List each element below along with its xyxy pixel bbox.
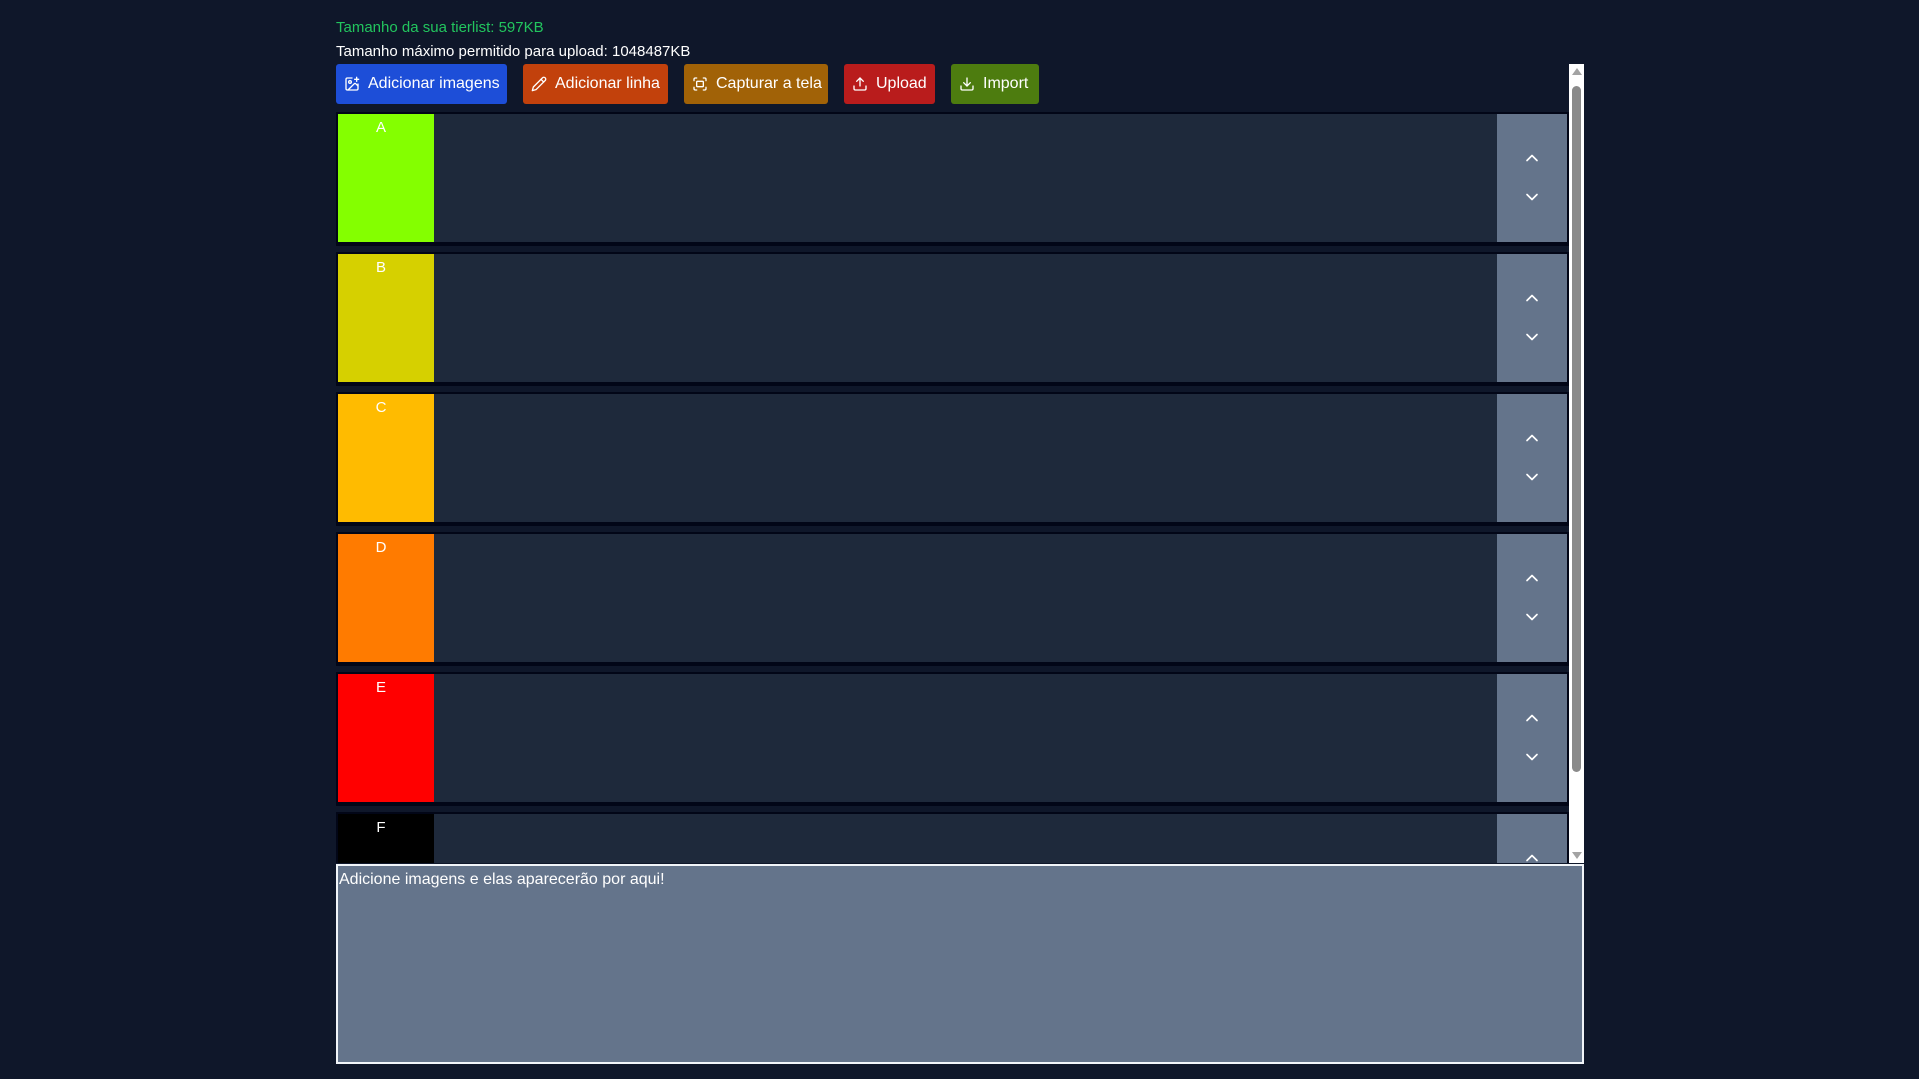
import-label: Import [983,75,1029,92]
capture-screen-button[interactable]: Capturar a tela [684,64,828,104]
tier-controls [1497,814,1567,863]
tier-label-b[interactable]: B [338,254,434,382]
tier-drop-zone[interactable] [434,674,1497,802]
chevron-up-icon[interactable] [1522,568,1542,588]
tier-drop-zone[interactable] [434,534,1497,662]
tier-drop-zone[interactable] [434,254,1497,382]
tier-row-e: E [336,672,1569,806]
unranked-images-area[interactable]: Adicione imagens e elas aparecerão por a… [336,864,1584,1064]
tier-controls [1497,114,1567,242]
tier-row-c: C [336,392,1569,526]
chevron-up-icon[interactable] [1522,148,1542,168]
add-images-button[interactable]: Adicionar imagens [336,64,507,104]
tier-label-text: B [375,259,386,276]
tier-row-a: A [336,112,1569,246]
capture-screen-label: Capturar a tela [716,75,822,92]
upload-label: Upload [876,75,927,92]
image-plus-icon [345,76,360,91]
pencil-icon [531,76,547,92]
tier-label-text: E [375,679,386,696]
chevron-up-icon[interactable] [1522,708,1542,728]
download-icon [960,77,974,91]
tier-controls [1497,674,1567,802]
add-row-button[interactable]: Adicionar linha [523,64,668,104]
add-row-label: Adicionar linha [555,75,660,92]
screen-capture-icon [693,77,707,91]
tier-controls [1497,254,1567,382]
upload-icon [853,77,867,91]
tier-drop-zone[interactable] [434,814,1497,863]
tier-label-text: C [375,399,387,416]
chevron-down-icon[interactable] [1522,467,1542,487]
chevron-down-icon[interactable] [1522,607,1542,627]
tier-list: A B C D E F [336,112,1569,863]
tier-label-f[interactable]: F [338,814,434,863]
tier-label-e[interactable]: E [338,674,434,802]
tier-label-d[interactable]: D [338,534,434,662]
chevron-down-icon[interactable] [1522,187,1542,207]
chevron-up-icon[interactable] [1522,848,1542,863]
tier-label-a[interactable]: A [338,114,434,242]
scrollbar-thumb[interactable] [1572,86,1581,772]
images-placeholder-text: Adicione imagens e elas aparecerão por a… [339,871,665,888]
tier-list-scrollbar[interactable] [1569,64,1584,863]
tier-label-text: F [376,819,386,836]
tier-drop-zone[interactable] [434,394,1497,522]
tier-drop-zone[interactable] [434,114,1497,242]
tier-label-c[interactable]: C [338,394,434,522]
add-images-label: Adicionar imagens [368,75,500,92]
tier-label-text: D [375,539,387,556]
import-button[interactable]: Import [951,64,1039,104]
toolbar: Adicionar imagens Adicionar linha Captur… [336,64,1039,104]
tier-row-b: B [336,252,1569,386]
chevron-up-icon[interactable] [1522,428,1542,448]
scroll-up-arrow-icon[interactable] [1572,68,1582,75]
tier-controls [1497,534,1567,662]
chevron-down-icon[interactable] [1522,747,1542,767]
scroll-down-arrow-icon[interactable] [1572,852,1582,859]
tier-controls [1497,394,1567,522]
upload-button[interactable]: Upload [844,64,935,104]
tier-row-f: F [336,812,1569,863]
tierlist-size-text: Tamanho da sua tierlist: 597KB [336,19,544,36]
chevron-down-icon[interactable] [1522,327,1542,347]
tier-row-d: D [336,532,1569,666]
chevron-up-icon[interactable] [1522,288,1542,308]
max-upload-size-text: Tamanho máximo permitido para upload: 10… [336,43,691,60]
tier-label-text: A [375,119,386,136]
